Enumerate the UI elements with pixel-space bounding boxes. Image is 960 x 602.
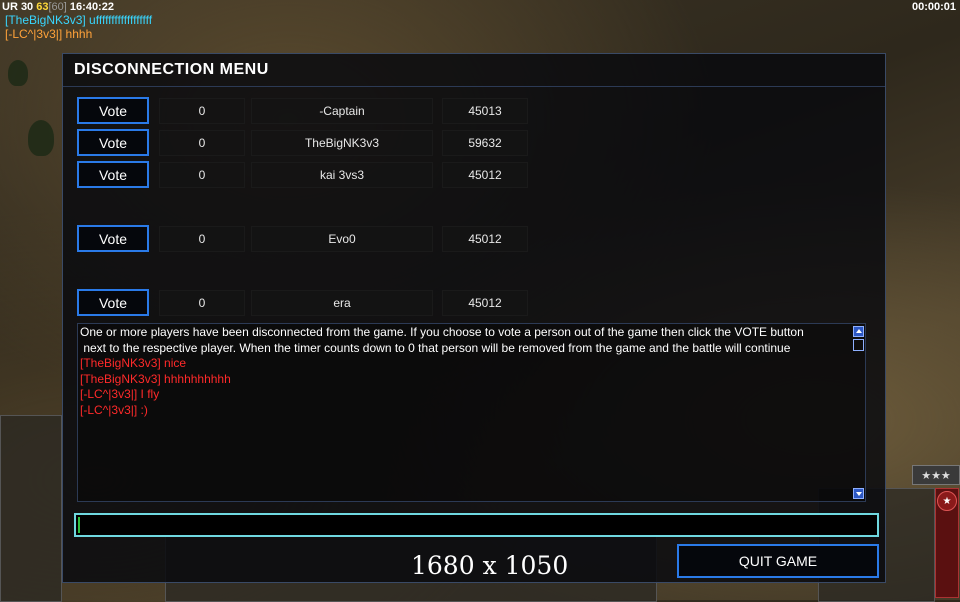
vote-button[interactable]: Vote <box>77 129 149 156</box>
chat-line: [-LC^|3v3|] hhhh <box>5 27 93 41</box>
left-command-panel <box>0 415 62 602</box>
chat-input[interactable] <box>74 513 879 537</box>
chat-message: [-LC^|3v3|] I fly <box>80 387 160 401</box>
player-id: 45013 <box>442 98 528 124</box>
chat-message: [TheBigNK3v3] hhhhhhhhhh <box>80 371 231 386</box>
fps-stat: 63 <box>36 1 49 13</box>
chat-line: [TheBigNK3v3] uffffffffffffffffff <box>5 13 153 27</box>
player-name: era <box>251 290 433 316</box>
dialog-title: DISCONNECTION MENU <box>74 61 269 78</box>
performance-stats: UR 30 63[60] 16:40:22 <box>2 1 114 13</box>
player-name: Evo0 <box>251 226 433 252</box>
vote-button[interactable]: Vote <box>77 225 149 252</box>
player-id: 45012 <box>442 162 528 188</box>
top-hud: UR 30 63[60] 16:40:22 00:00:01 <box>0 0 960 14</box>
ur-stat: UR 30 <box>2 1 34 13</box>
tree-decoration <box>28 120 54 156</box>
resolution-label: 1680 x 1050 <box>411 551 569 580</box>
vote-count: 0 <box>159 290 245 316</box>
vote-count: 0 <box>159 130 245 156</box>
chat-message: [TheBigNK3v3] nice <box>80 356 187 370</box>
message-text: One or more players have been disconnect… <box>80 325 860 418</box>
game-timer: 00:00:01 <box>911 1 956 13</box>
vote-button[interactable]: Vote <box>77 161 149 188</box>
player-id: 45012 <box>442 290 528 316</box>
player-id: 59632 <box>442 130 528 156</box>
star-icon[interactable]: ★ <box>937 491 957 511</box>
chat-message: [-LC^|3v3|] :) <box>80 402 148 417</box>
player-name: TheBigNK3v3 <box>251 130 433 156</box>
player-name: -Captain <box>251 98 433 124</box>
info-message: One or more players have been disconnect… <box>80 325 804 339</box>
scroll-thumb[interactable] <box>853 339 864 351</box>
vote-count: 0 <box>159 98 245 124</box>
max-fps-stat: [60] <box>48 1 67 13</box>
text-caret <box>78 517 80 533</box>
vote-count: 0 <box>159 162 245 188</box>
disconnection-dialog: DISCONNECTION MENU Vote 0 -Captain 45013… <box>62 53 886 583</box>
scroll-up-icon[interactable] <box>853 326 864 337</box>
vote-count: 0 <box>159 226 245 252</box>
vote-button[interactable]: Vote <box>77 97 149 124</box>
info-message: next to the respective player. When the … <box>80 340 791 355</box>
player-name: kai 3vs3 <box>251 162 433 188</box>
rank-stars-button[interactable]: ★★★ <box>912 465 960 485</box>
clock: 16:40:22 <box>69 1 114 13</box>
quit-game-button[interactable]: QUIT GAME <box>677 544 879 578</box>
dialog-title-bar: DISCONNECTION MENU <box>63 54 885 87</box>
message-log[interactable]: One or more players have been disconnect… <box>77 323 866 502</box>
chat-overlay: [TheBigNK3v3] uffffffffffffffffff [-LC^|… <box>5 13 152 41</box>
vote-button[interactable]: Vote <box>77 289 149 316</box>
tree-decoration <box>8 60 28 86</box>
scroll-down-icon[interactable] <box>853 488 864 499</box>
player-id: 45012 <box>442 226 528 252</box>
message-scrollbar[interactable] <box>852 324 865 501</box>
